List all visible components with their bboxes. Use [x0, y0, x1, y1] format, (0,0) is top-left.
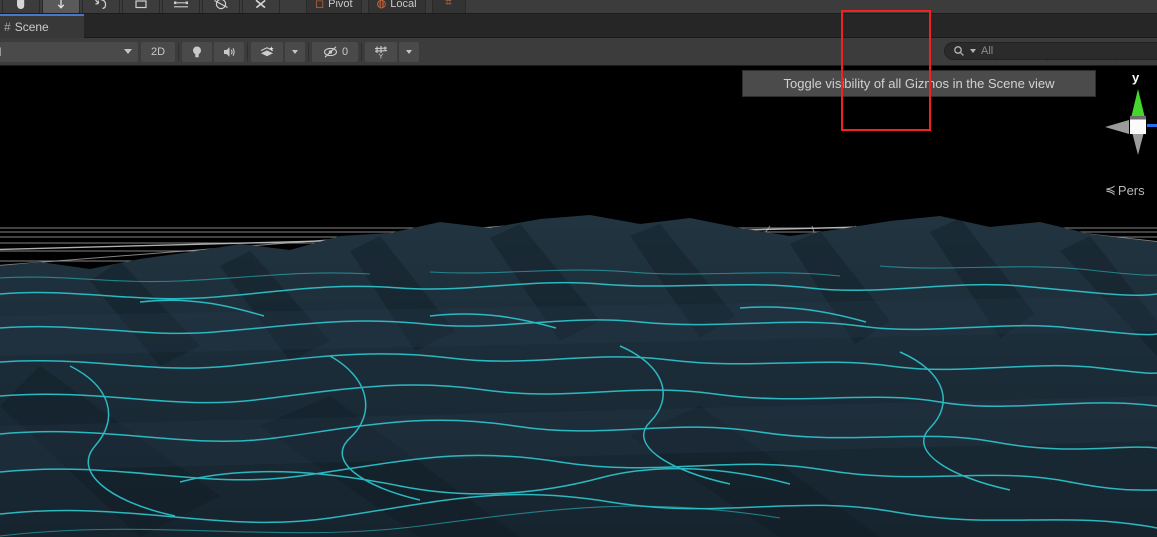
gizmo-axes: [1105, 89, 1157, 155]
hand-icon: [17, 0, 25, 9]
grid-visibility-button[interactable]: Y: [365, 41, 397, 62]
gizmos-tooltip: Toggle visibility of all Gizmos in the S…: [742, 70, 1096, 97]
pivot-mode-button[interactable]: ◻ Pivot: [306, 0, 362, 13]
gizmo-y-axis-label: y: [1132, 70, 1140, 85]
rect-icon: [174, 1, 188, 7]
gizmo-y-cone: [1131, 89, 1145, 118]
eye-slash-icon: [323, 45, 337, 58]
rect-tool-button[interactable]: [162, 0, 200, 13]
scene-render: [0, 66, 1157, 537]
grid-dropdown-button[interactable]: [399, 41, 419, 62]
scale-tool-button[interactable]: [122, 0, 160, 13]
grid-y-icon: Y: [374, 45, 388, 60]
scene-tab-label: Scene: [14, 20, 49, 34]
transform-tool-button[interactable]: [202, 0, 240, 13]
search-placeholder: All: [981, 45, 994, 57]
scene-tab-icon: #: [4, 20, 11, 34]
search-icon: [954, 46, 964, 56]
draw-mode-dropdown[interactable]: haded: [0, 41, 138, 62]
toggle-fx-button[interactable]: [251, 41, 283, 62]
speaker-icon: [224, 46, 235, 57]
gizmo-center-cube[interactable]: [1130, 118, 1146, 134]
fx-icon: [260, 45, 274, 56]
gizmo-projection-label[interactable]: ≼ Pers: [1105, 182, 1145, 198]
fx-dropdown-button[interactable]: [285, 41, 305, 62]
move-icon: [57, 0, 65, 9]
transform-tools-group: [2, 0, 282, 13]
svg-text:Y: Y: [378, 51, 383, 60]
scene-view-gizmo[interactable]: y: [1100, 70, 1157, 160]
snap-settings-button[interactable]: ⌗: [431, 0, 466, 13]
custom-tool-button[interactable]: [242, 0, 280, 13]
chevron-down-icon: [124, 49, 132, 54]
toggle-audio-button[interactable]: [214, 41, 244, 62]
hand-tool-button[interactable]: [2, 0, 40, 13]
wrench-icon: [255, 0, 266, 8]
projection-text: Pers: [1117, 182, 1145, 198]
transform-icon: [214, 0, 228, 9]
rotate-icon: [95, 0, 107, 9]
lightbulb-icon: [193, 46, 201, 57]
tab-scene[interactable]: # Scene: [0, 14, 84, 38]
hidden-objects-count: 0: [341, 45, 349, 58]
scene-search-field[interactable]: All: [944, 42, 1157, 60]
snap-icon: ⌗: [445, 0, 452, 9]
projection-chevron-icon: ≼: [1105, 182, 1116, 197]
panel-tabbar: # Scene: [0, 14, 1157, 38]
two-d-label: 2D: [150, 45, 166, 58]
unity-editor-window: ◻ Pivot ◍ Local ⌗ # Scene haded 2D: [0, 0, 1157, 537]
gizmo-x-axis: [1147, 124, 1157, 127]
chevron-down-icon: [406, 49, 412, 54]
search-filter-caret-icon: [970, 49, 976, 53]
gizmo-neg-y-cone: [1132, 132, 1144, 155]
gizmo-neg-x-cone: [1105, 120, 1129, 134]
toolbar-divider: [178, 42, 179, 61]
pivot-icon: ◻: [315, 0, 325, 10]
handle-space-button[interactable]: ◍ Local: [367, 0, 426, 13]
chevron-down-icon: [292, 49, 298, 54]
editor-toolbar: ◻ Pivot ◍ Local ⌗: [0, 0, 1157, 14]
handle-space-label: Local: [390, 0, 417, 10]
scene-viewport[interactable]: CSDN @胖虎6688: [0, 66, 1157, 537]
hidden-objects-button[interactable]: 0: [312, 41, 358, 62]
pivot-label: Pivot: [328, 0, 353, 10]
toolbar-divider-4: [361, 42, 362, 61]
toolbar-divider-3: [308, 42, 309, 61]
rotate-tool-button[interactable]: [82, 0, 120, 13]
toolbar-divider-2: [247, 42, 248, 61]
local-icon: ◍: [376, 0, 387, 10]
toggle-lighting-button[interactable]: [182, 41, 212, 62]
scale-icon: [135, 0, 147, 8]
draw-mode-label: haded: [0, 45, 1, 59]
toggle-2d-button[interactable]: 2D: [141, 41, 175, 62]
move-tool-button[interactable]: [42, 0, 80, 13]
